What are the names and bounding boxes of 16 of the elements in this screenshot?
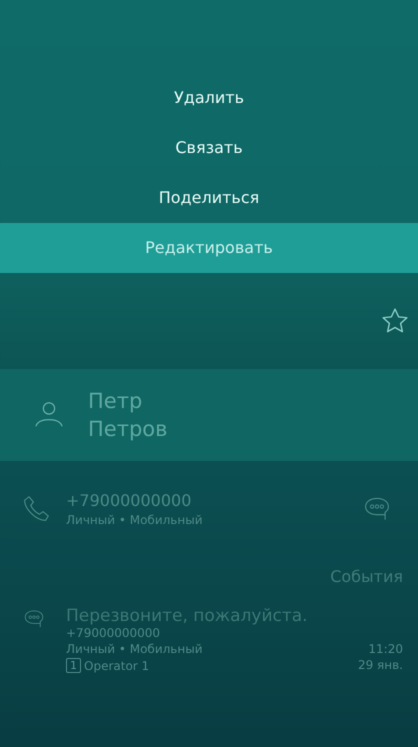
event-number: +79000000000 <box>66 626 162 640</box>
last-name: Петров <box>88 416 168 443</box>
event-phone-type: Личный • Мобильный <box>66 642 202 656</box>
phone-icon[interactable] <box>22 495 50 523</box>
message-icon[interactable] <box>24 609 44 629</box>
operator-name: Operator 1 <box>84 658 150 672</box>
sim-badge: 1 <box>66 658 81 673</box>
message-icon[interactable] <box>364 496 390 522</box>
menu-item[interactable]: Удалить <box>0 73 418 123</box>
event-date: 29 янв. <box>358 658 403 673</box>
menu-item[interactable]: Связать <box>0 123 418 173</box>
event-time: 11:20 <box>368 642 403 656</box>
phone-number: +79000000000 <box>66 491 192 510</box>
phone-type: Личный • Мобильный <box>66 513 204 527</box>
menu-item[interactable]: Поделиться <box>0 173 418 223</box>
first-name: Петр <box>88 388 144 415</box>
